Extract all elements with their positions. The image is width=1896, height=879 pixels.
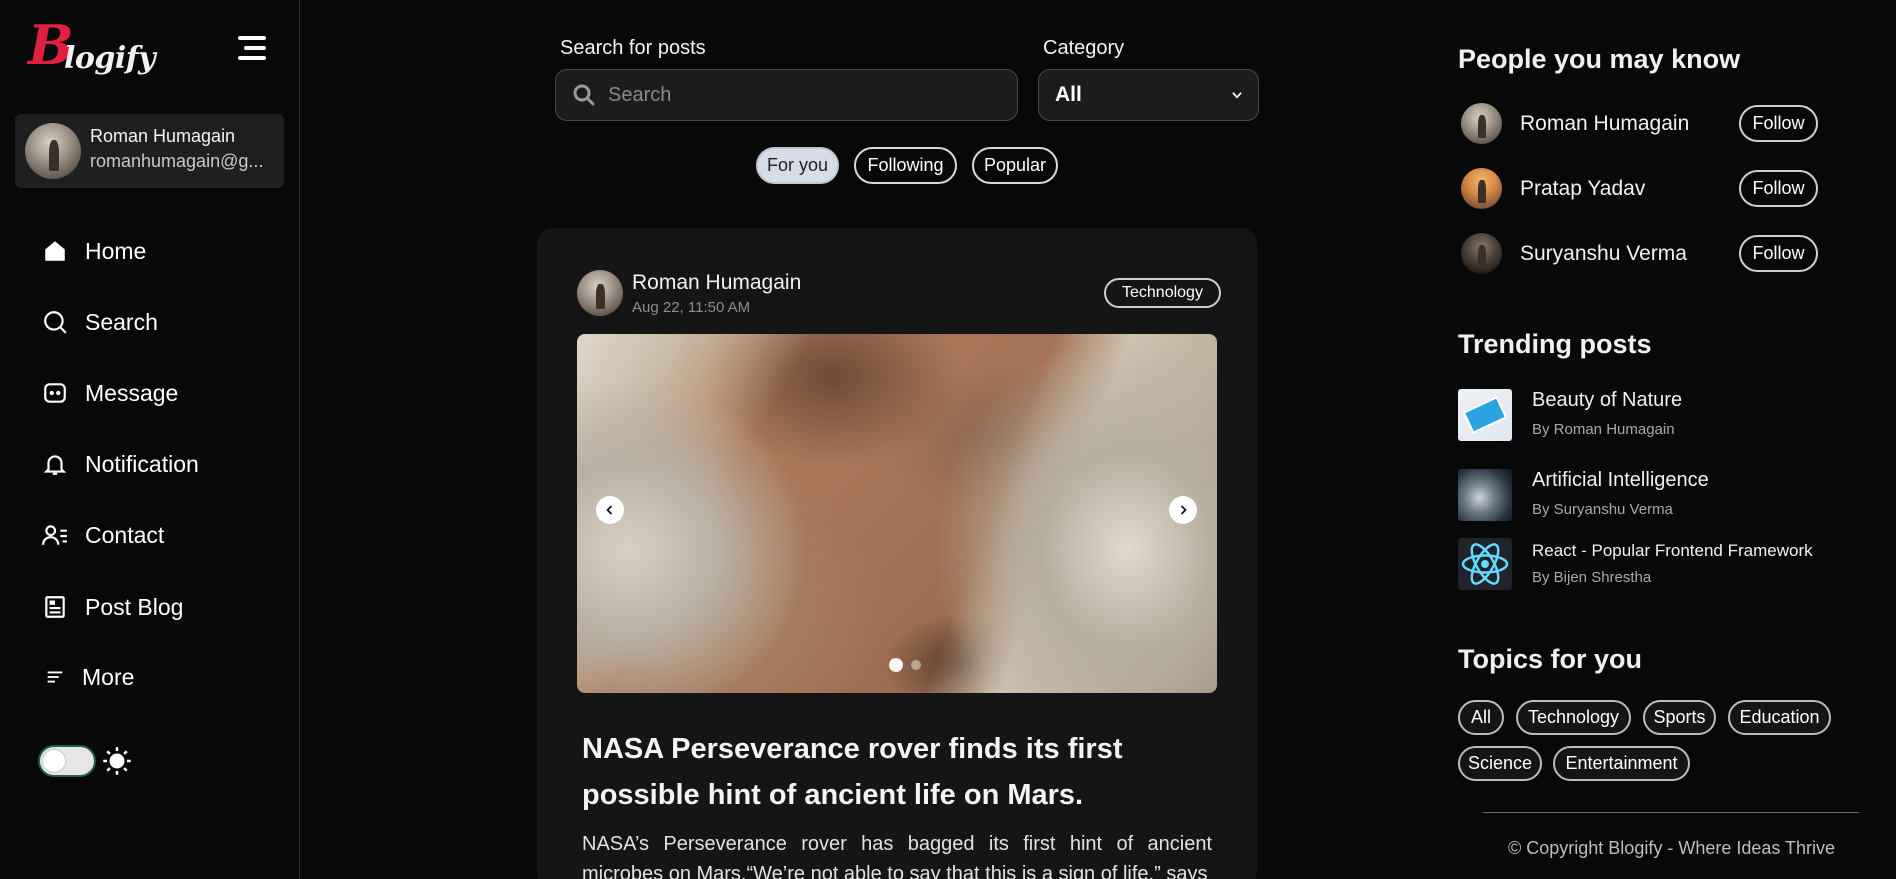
post-author[interactable]: Roman Humagain — [632, 271, 801, 295]
topic-all[interactable]: All — [1458, 700, 1504, 735]
tab-for-you[interactable]: For you — [756, 147, 839, 184]
trending-title: React - Popular Frontend Framework — [1532, 541, 1813, 560]
search-input[interactable] — [608, 83, 988, 107]
nav-more[interactable]: More — [40, 657, 280, 697]
blogify-logo[interactable]: B logify — [28, 18, 158, 82]
nav-notification[interactable]: Notification — [40, 444, 280, 484]
follow-button[interactable]: Follow — [1739, 170, 1818, 207]
carousel-dots — [889, 658, 921, 672]
author-avatar[interactable] — [577, 270, 623, 316]
nav-label: Message — [85, 379, 179, 406]
post-tag[interactable]: Technology — [1104, 278, 1221, 308]
topic-entertainment[interactable]: Entertainment — [1553, 746, 1690, 781]
document-icon — [40, 592, 70, 622]
person-avatar[interactable] — [1461, 103, 1502, 144]
profile-name: Roman Humagain — [90, 126, 236, 146]
nav-label: Contact — [85, 521, 165, 548]
footer-divider — [1483, 812, 1859, 813]
topic-sports[interactable]: Sports — [1643, 700, 1716, 735]
search-box[interactable] — [555, 69, 1018, 121]
nav-label: Notification — [85, 450, 199, 477]
post-date: Aug 22, 11:50 AM — [632, 299, 751, 316]
carousel-prev-button[interactable] — [596, 496, 624, 524]
react-logo-icon — [1458, 538, 1512, 590]
person-name[interactable]: Roman Humagain — [1520, 112, 1689, 136]
trending-thumbnail — [1458, 389, 1512, 441]
search-label: Search for posts — [560, 37, 706, 59]
trending-title: Beauty of Nature — [1532, 389, 1683, 411]
trending-item[interactable]: Artificial Intelligence By Suryanshu Ver… — [1458, 469, 1858, 529]
search-icon — [573, 84, 595, 106]
theme-toggle — [38, 745, 132, 777]
person-name[interactable]: Suryanshu Verma — [1520, 242, 1687, 266]
category-select[interactable]: All — [1038, 69, 1259, 121]
message-icon — [40, 378, 70, 408]
person-avatar[interactable] — [1461, 168, 1502, 209]
nav-search[interactable]: Search — [40, 302, 280, 342]
profile-avatar — [25, 123, 81, 179]
nav-post-blog[interactable]: Post Blog — [40, 587, 280, 627]
trending-heading: Trending posts — [1458, 329, 1652, 359]
nav-label: Post Blog — [85, 593, 184, 620]
trending-thumbnail — [1458, 469, 1512, 521]
profile-email: romanhumagain@g... — [90, 151, 264, 171]
trending-item[interactable]: Beauty of Nature By Roman Humagain — [1458, 389, 1858, 449]
person-avatar[interactable] — [1461, 233, 1502, 274]
trending-author: By Bijen Shrestha — [1532, 569, 1652, 586]
nav-contact[interactable]: Contact — [40, 515, 280, 555]
profile-card[interactable]: Roman Humagain romanhumagain@g... — [15, 114, 284, 188]
sun-icon — [103, 747, 131, 775]
tab-following[interactable]: Following — [854, 147, 957, 184]
post-title[interactable]: NASA Perseverance rover finds its first … — [582, 726, 1212, 818]
follow-button[interactable]: Follow — [1739, 235, 1818, 272]
sidebar: B logify Roman Humagain romanhumagain@g.… — [0, 0, 300, 879]
hamburger-menu-icon[interactable] — [236, 34, 266, 62]
topic-education[interactable]: Education — [1728, 700, 1831, 735]
person-name[interactable]: Pratap Yadav — [1520, 177, 1645, 201]
nav-label: Search — [85, 308, 158, 335]
chevron-right-icon — [1180, 505, 1187, 515]
chevron-left-icon — [606, 505, 613, 515]
post-image — [577, 334, 1217, 693]
topic-technology[interactable]: Technology — [1516, 700, 1631, 735]
nav-label: Home — [85, 237, 147, 264]
category-selected: All — [1055, 83, 1082, 106]
nav-home[interactable]: Home — [40, 231, 280, 271]
trending-title: Artificial Intelligence — [1532, 469, 1709, 491]
search-icon — [40, 307, 70, 337]
person-item: Suryanshu Verma Follow — [1461, 233, 1821, 277]
people-heading: People you may know — [1458, 44, 1741, 74]
tab-popular[interactable]: Popular — [972, 147, 1058, 184]
topics-heading: Topics for you — [1458, 644, 1643, 674]
nav-label: More — [82, 663, 135, 690]
copyright-text: © Copyright Blogify - Where Ideas Thrive — [1508, 838, 1836, 858]
post-card: Roman Humagain Aug 22, 11:50 AM Technolo… — [537, 228, 1257, 879]
post-excerpt: NASA’s Perseverance rover has bagged its… — [582, 833, 1212, 879]
trending-author: By Roman Humagain — [1532, 421, 1675, 438]
menu-lines-icon — [40, 662, 70, 692]
trending-item[interactable]: React - Popular Frontend Framework By Bi… — [1458, 538, 1858, 598]
carousel-dot-active[interactable] — [889, 658, 903, 672]
category-label: Category — [1043, 37, 1125, 59]
carousel-dot[interactable] — [911, 660, 921, 670]
bell-icon — [40, 449, 70, 479]
home-icon — [40, 236, 70, 266]
trending-author: By Suryanshu Verma — [1532, 501, 1673, 518]
logo-text: logify — [64, 41, 156, 76]
person-item: Pratap Yadav Follow — [1461, 168, 1821, 212]
person-item: Roman Humagain Follow — [1461, 103, 1821, 147]
contact-icon — [40, 520, 70, 550]
carousel-next-button[interactable] — [1169, 496, 1197, 524]
follow-button[interactable]: Follow — [1739, 105, 1818, 142]
theme-switch[interactable] — [38, 745, 96, 777]
chevron-down-icon — [1232, 92, 1242, 99]
nav-message[interactable]: Message — [40, 373, 280, 413]
topic-science[interactable]: Science — [1458, 746, 1542, 781]
